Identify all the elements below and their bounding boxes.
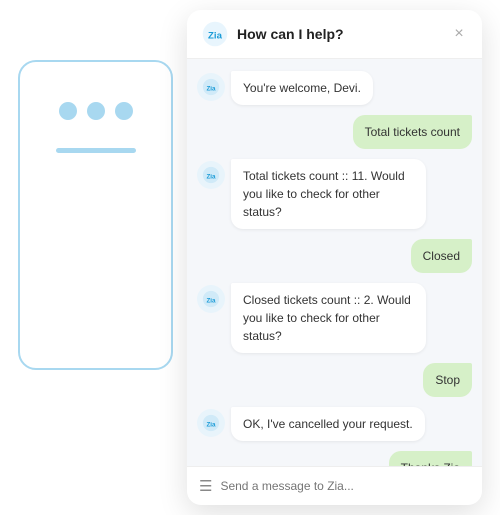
left-card [18, 60, 173, 370]
message-row: Stop [197, 363, 472, 397]
bot-avatar: Zia [197, 73, 225, 101]
svg-text:Zia: Zia [206, 174, 216, 181]
message-input[interactable] [220, 479, 470, 493]
bot-avatar: Zia [197, 409, 225, 437]
bot-bubble: Closed tickets count :: 2. Would you lik… [231, 283, 426, 353]
bot-bubble: You're welcome, Devi. [231, 71, 373, 105]
left-card-line [56, 148, 136, 153]
dot-1 [59, 102, 77, 120]
svg-text:Zia: Zia [206, 298, 216, 305]
svg-text:Zia: Zia [206, 86, 216, 93]
svg-text:Zia: Zia [206, 422, 216, 429]
bot-bubble: Total tickets count :: 11. Would you lik… [231, 159, 426, 229]
chat-footer: ☰ [187, 466, 482, 505]
user-bubble: Stop [423, 363, 472, 397]
menu-icon[interactable]: ☰ [199, 477, 212, 495]
message-row: Thanks Zia [197, 451, 472, 466]
bot-avatar: Zia [197, 161, 225, 189]
message-row: Closed [197, 239, 472, 273]
user-bubble: Total tickets count [353, 115, 472, 149]
user-bubble: Closed [411, 239, 472, 273]
close-button[interactable]: × [450, 25, 468, 43]
dot-2 [87, 102, 105, 120]
scene: Zia How can I help? × Zia You're welcome… [0, 0, 500, 515]
bot-bubble: OK, I've cancelled your request. [231, 407, 425, 441]
chat-widget: Zia How can I help? × Zia You're welcome… [187, 10, 482, 505]
message-row: Zia You're welcome, Devi. [197, 71, 472, 105]
message-row: Zia Total tickets count :: 11. Would you… [197, 159, 472, 229]
message-row: Total tickets count [197, 115, 472, 149]
chat-header: Zia How can I help? × [187, 10, 482, 59]
message-row: Zia Closed tickets count :: 2. Would you… [197, 283, 472, 353]
dot-3 [115, 102, 133, 120]
user-bubble: Thanks Zia [389, 451, 472, 466]
message-row: Zia OK, I've cancelled your request. [197, 407, 472, 441]
svg-text:Zia: Zia [208, 30, 223, 41]
chat-messages: Zia You're welcome, Devi. Total tickets … [187, 59, 482, 466]
bot-avatar: Zia [197, 285, 225, 313]
chat-title: How can I help? [237, 26, 442, 42]
left-card-dots [59, 102, 133, 120]
zia-logo: Zia [201, 20, 229, 48]
